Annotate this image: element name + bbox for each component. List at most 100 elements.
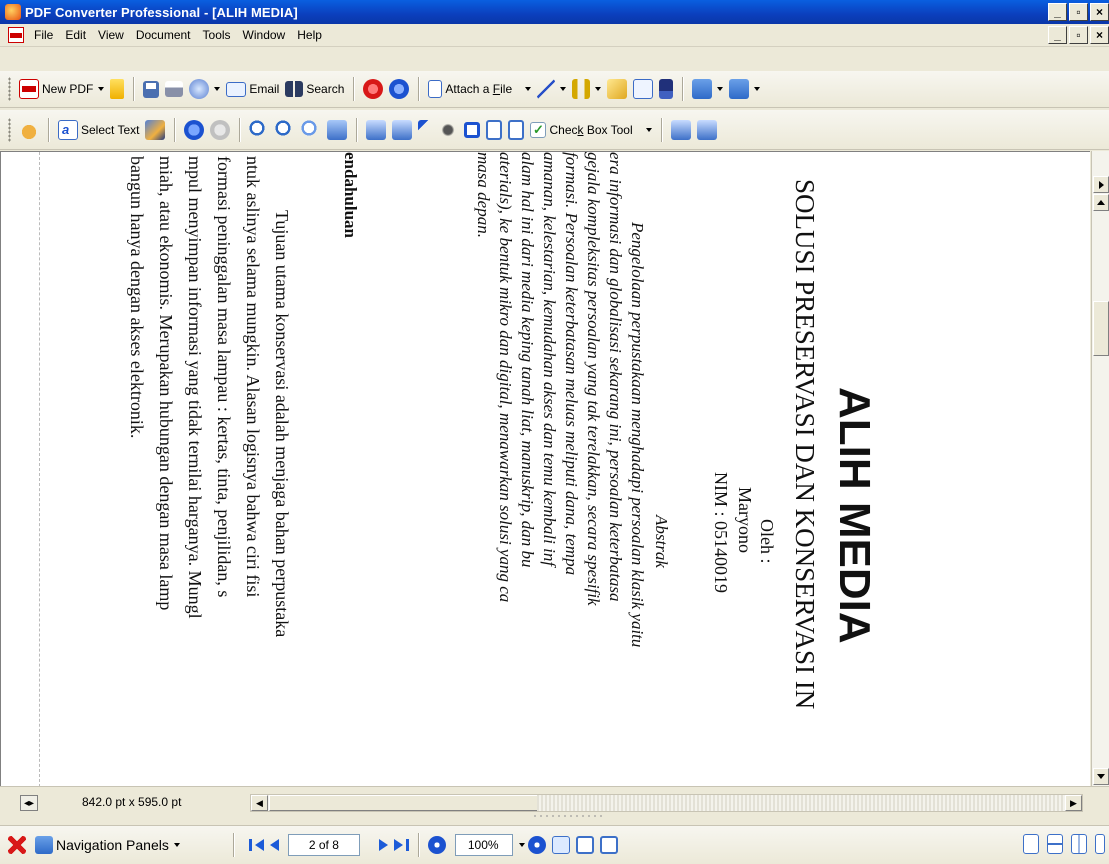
menu-document[interactable]: Document (130, 28, 197, 42)
pointer-button[interactable] (415, 116, 435, 144)
new-pdf-button[interactable]: New PDF (16, 75, 107, 103)
chevron-down-icon[interactable] (214, 87, 221, 91)
vertical-scrollbar[interactable] (1091, 151, 1109, 786)
scroll-left-button[interactable]: ◀ (251, 795, 268, 811)
view-mode-button[interactable] (689, 75, 726, 103)
loupe-button[interactable] (324, 116, 350, 144)
scroll-down-button[interactable] (1093, 768, 1109, 785)
maximize-button[interactable]: ▫ (1069, 3, 1088, 21)
doc-restore-button[interactable]: ▫ (1069, 26, 1088, 44)
text-field-button[interactable] (483, 116, 505, 144)
author-name: Maryono (735, 487, 755, 553)
menu-edit[interactable]: Edit (59, 28, 92, 42)
select-text-button[interactable]: a Select Text (55, 116, 142, 144)
horizontal-scrollbar[interactable]: ◀ ▶ (250, 794, 1083, 812)
menu-help[interactable]: Help (291, 28, 328, 42)
doc-close-button[interactable]: × (1090, 26, 1109, 44)
title-bar[interactable]: PDF Converter Professional - [ALIH MEDIA… (0, 0, 1109, 24)
eraser-button[interactable] (604, 75, 630, 103)
scroll-track[interactable] (537, 795, 1068, 811)
splitter-grip[interactable] (532, 814, 602, 818)
layout-button[interactable] (726, 75, 763, 103)
snapshot-button[interactable] (142, 116, 168, 144)
typewriter-button[interactable] (363, 116, 389, 144)
line-tool-button[interactable] (534, 75, 569, 103)
chevron-down-icon[interactable] (717, 87, 724, 91)
menu-view[interactable]: View (92, 28, 130, 42)
zoom-in-status-button[interactable] (525, 831, 549, 859)
close-panels-icon[interactable] (8, 836, 26, 854)
form-select-icon (392, 119, 413, 140)
redo-button[interactable] (386, 75, 412, 103)
toolbar-separator (232, 833, 234, 857)
menu-window[interactable]: Window (237, 28, 292, 42)
link-tool-button[interactable] (435, 116, 461, 144)
chevron-down-icon[interactable] (525, 87, 532, 91)
chevron-down-icon[interactable] (595, 87, 602, 91)
forward-button[interactable] (207, 116, 233, 144)
facing-pages-icon[interactable] (1071, 834, 1087, 854)
scroll-up-button[interactable] (1093, 194, 1109, 211)
minimize-button[interactable]: _ (1048, 3, 1067, 21)
single-page-icon[interactable] (1023, 834, 1039, 854)
search-button[interactable]: Search (282, 75, 347, 103)
last-page-button[interactable] (391, 831, 412, 859)
continuous-page-icon[interactable] (1047, 834, 1063, 854)
horizontal-scroll-thumb[interactable] (269, 795, 554, 811)
save-button[interactable] (140, 75, 162, 103)
open-button[interactable] (107, 75, 127, 103)
doc-minimize-button[interactable]: _ (1048, 26, 1067, 44)
hand-tool-button[interactable] (16, 116, 42, 144)
toolbar-grip[interactable] (8, 117, 11, 142)
vertical-scroll-thumb[interactable] (1093, 301, 1109, 356)
stamp-button[interactable] (656, 75, 676, 103)
scroll-page-button[interactable] (1093, 176, 1109, 193)
convert-button[interactable] (186, 75, 223, 103)
undo-button[interactable] (360, 75, 386, 103)
print-button[interactable] (162, 75, 186, 103)
checkbox-tool-button[interactable]: ✓ Check Box Tool (527, 116, 654, 144)
menu-tools[interactable]: Tools (197, 28, 237, 42)
form-select-button[interactable] (389, 116, 415, 144)
page-number-field[interactable]: 2 of 8 (287, 834, 360, 856)
first-page-button[interactable] (246, 831, 267, 859)
rotate-counterclockwise-button[interactable] (694, 116, 720, 144)
redo-icon (389, 79, 410, 99)
next-page-button[interactable] (376, 831, 391, 859)
chevron-down-icon[interactable] (560, 87, 567, 91)
rotate-clockwise-button[interactable] (668, 116, 694, 144)
toolbar-grip[interactable] (8, 77, 11, 101)
navigation-panels-button[interactable]: Navigation Panels (32, 831, 183, 859)
close-button[interactable]: × (1090, 3, 1109, 21)
chevron-down-icon[interactable] (173, 843, 180, 847)
fit-width-button[interactable] (597, 831, 621, 859)
split-handle-icon[interactable]: ◂▸ (20, 795, 38, 811)
pdf-document-icon[interactable] (8, 27, 24, 43)
note-button[interactable] (630, 75, 656, 103)
actual-size-button[interactable] (549, 831, 573, 859)
dynamic-zoom-button[interactable] (298, 116, 324, 144)
fit-page-button[interactable] (573, 831, 597, 859)
chevron-down-icon[interactable] (645, 127, 652, 132)
zoom-in-button[interactable] (246, 116, 272, 144)
rotate-clockwise-icon (670, 119, 691, 140)
app-icon[interactable] (5, 4, 21, 20)
attach-file-button[interactable]: Attach a File (425, 75, 534, 103)
chevron-down-icon[interactable] (754, 87, 761, 91)
zoom-out-button[interactable] (272, 116, 298, 144)
document-view[interactable]: ALIH MEDIA SOLUSI PRESERVASI DAN KONSERV… (0, 151, 1090, 786)
scroll-right-button[interactable]: ▶ (1065, 795, 1082, 811)
back-button[interactable] (181, 116, 207, 144)
menu-file[interactable]: File (28, 28, 59, 42)
continuous-facing-icon[interactable] (1095, 834, 1105, 854)
signature-button[interactable] (505, 116, 527, 144)
highlight-tool-button[interactable] (569, 75, 604, 103)
chevron-down-icon[interactable] (98, 87, 105, 91)
previous-page-button[interactable] (267, 831, 282, 859)
crop-tool-button[interactable] (461, 116, 483, 144)
toolbar-separator (133, 77, 135, 101)
zoom-level-field[interactable]: 100% (454, 834, 513, 856)
stamp-icon (659, 79, 674, 99)
zoom-out-status-button[interactable] (425, 831, 449, 859)
email-button[interactable]: Email (223, 75, 282, 103)
